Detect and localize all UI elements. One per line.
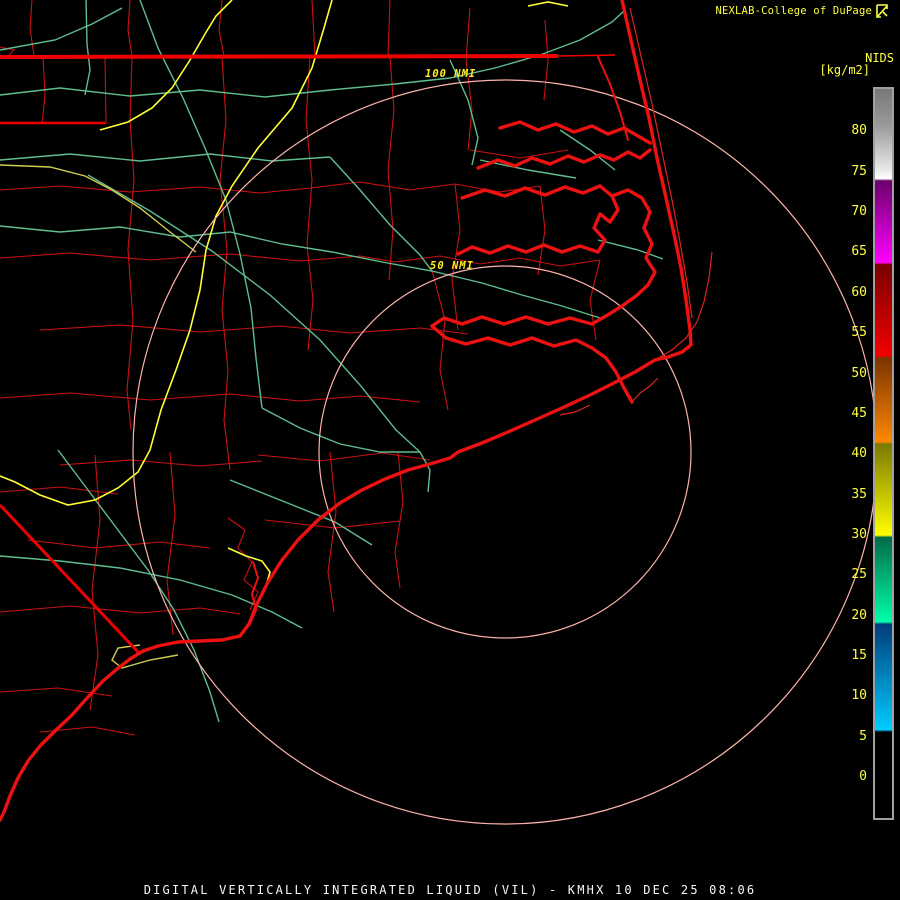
legend-tick: 40 bbox=[837, 447, 867, 461]
legend-tick: 65 bbox=[837, 245, 867, 259]
page-title: NEXLAB-College of DuPage bbox=[715, 5, 872, 17]
radar-map bbox=[0, 0, 900, 900]
legend-tick: 35 bbox=[837, 488, 867, 502]
legend-tick: 50 bbox=[837, 367, 867, 381]
legend-tick: 15 bbox=[837, 649, 867, 663]
ring-label-50nmi: 50 NMI bbox=[430, 260, 474, 272]
border-nc-sc bbox=[0, 505, 138, 652]
state-borders bbox=[0, 55, 615, 652]
radar-display: NEXLAB-College of DuPage NIDS [kg/m2] 80… bbox=[0, 0, 900, 900]
legend-tick: 20 bbox=[837, 609, 867, 623]
legend-tick: 30 bbox=[837, 528, 867, 542]
highways-yellow bbox=[0, 0, 568, 668]
legend-tick: 10 bbox=[837, 689, 867, 703]
legend-tick: 0 bbox=[837, 770, 867, 784]
legend-tick: 45 bbox=[837, 407, 867, 421]
legend-tick: 25 bbox=[837, 568, 867, 582]
county-boundaries bbox=[0, 0, 600, 735]
legend-tick: 5 bbox=[837, 730, 867, 744]
legend-tick: 60 bbox=[837, 286, 867, 300]
highways-green bbox=[0, 0, 663, 722]
legend-colorbar bbox=[873, 87, 894, 820]
legend-tick: 75 bbox=[837, 165, 867, 179]
header: NEXLAB-College of DuPage bbox=[715, 4, 889, 18]
ring-50nmi bbox=[319, 266, 691, 638]
border-va-nc bbox=[0, 56, 558, 57]
legend-unit-label: [kg/m2] bbox=[819, 63, 870, 77]
ring-label-100nmi: 100 NMI bbox=[425, 68, 476, 80]
legend-tick: 55 bbox=[837, 326, 867, 340]
college-of-dupage-logo-icon bbox=[876, 4, 889, 18]
legend-tick: 80 bbox=[837, 124, 867, 138]
legend-tick: 70 bbox=[837, 205, 867, 219]
product-caption: DIGITAL VERTICALLY INTEGRATED LIQUID (VI… bbox=[0, 883, 900, 897]
